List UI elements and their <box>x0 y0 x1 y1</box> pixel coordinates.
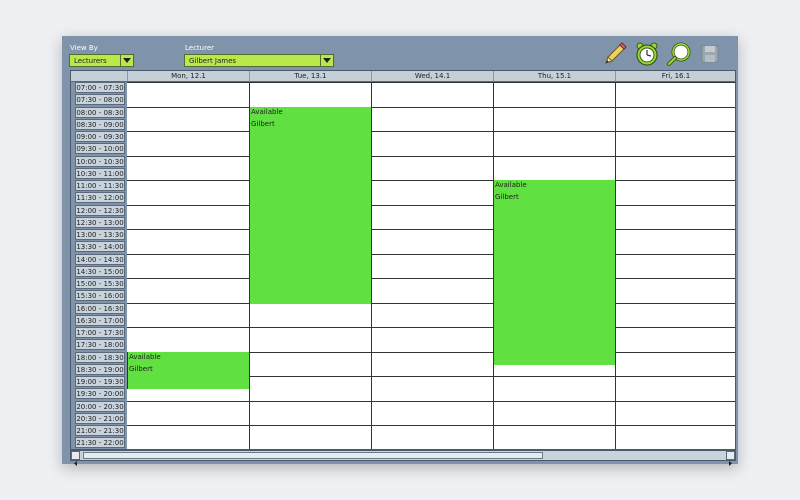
hour-gridline <box>127 82 735 83</box>
magnifier-icon <box>667 42 691 66</box>
event-title: Available <box>495 181 527 189</box>
day-header: Thu, 15.1 <box>494 71 616 82</box>
horizontal-scrollbar[interactable] <box>70 450 736 466</box>
alarm-button[interactable] <box>634 41 660 67</box>
pencil-icon <box>605 42 627 64</box>
event-person: Gilbert <box>129 364 153 373</box>
hour-gridline <box>127 155 735 157</box>
lecturer-dropdown[interactable]: Gilbert James <box>184 54 334 67</box>
scroll-left-button[interactable] <box>71 451 80 466</box>
hour-gridline <box>127 180 735 181</box>
time-slot-label: 07:00 - 07:30 <box>75 82 125 93</box>
time-slot-label: 09:00 - 09:30 <box>75 131 125 142</box>
event-person: Gilbert <box>495 193 519 201</box>
event-title: Available <box>129 352 161 361</box>
time-slot-label: 07:30 - 08:00 <box>75 94 125 106</box>
time-slot-label: 16:30 - 17:00 <box>75 314 125 326</box>
time-slot-label: 20:00 - 20:30 <box>75 400 125 412</box>
corner-header <box>71 71 128 82</box>
schedule-grid[interactable]: Mon, 12.1 Tue, 13.1 Wed, 14.1 Thu, 15.1 Fri,… <box>70 70 736 450</box>
edit-button[interactable] <box>602 41 628 67</box>
time-slot-label: 08:00 - 08:30 <box>75 106 125 118</box>
save-button[interactable] <box>700 44 720 64</box>
arrow-right-icon <box>729 461 732 466</box>
time-slot-label: 16:00 - 16:30 <box>75 302 125 314</box>
hour-gridline <box>127 278 735 279</box>
lecturer-value: Gilbert James <box>189 57 237 65</box>
hour-gridline <box>127 131 735 132</box>
view-by-label: View By <box>70 44 98 52</box>
hour-gridline <box>127 229 735 230</box>
time-slot-label: 21:30 - 22:00 <box>75 437 125 449</box>
time-slot-label: 19:00 - 19:30 <box>75 376 125 387</box>
event-person: Gilbert <box>251 119 275 128</box>
time-slot-label: 15:00 - 15:30 <box>75 278 125 289</box>
time-slot-label: 14:00 - 14:30 <box>75 253 125 265</box>
save-disk-icon <box>701 45 719 63</box>
scheduler-window: View By Lecturers Lecturer Gilbert James <box>62 36 738 466</box>
arrow-left-icon <box>74 461 77 466</box>
time-slot-label: 13:00 - 13:30 <box>75 229 125 240</box>
time-slot-label: 10:30 - 11:00 <box>75 167 125 179</box>
chevron-down-icon[interactable] <box>120 55 133 66</box>
availability-event[interactable]: Available Gilbert <box>249 106 372 304</box>
scrollbar-thumb[interactable] <box>83 452 543 459</box>
time-slot-label: 10:00 - 10:30 <box>75 155 125 167</box>
search-button[interactable] <box>666 41 692 67</box>
alarm-clock-icon <box>636 42 658 66</box>
chevron-down-icon[interactable] <box>320 55 333 66</box>
hour-gridline <box>127 204 735 206</box>
hour-gridline <box>127 327 735 328</box>
event-title: Available <box>251 107 283 116</box>
time-slot-label: 08:30 - 09:00 <box>75 118 125 130</box>
time-slot-label: 12:00 - 12:30 <box>75 204 125 216</box>
time-slot-label: 20:30 - 21:00 <box>75 412 125 424</box>
hour-gridline <box>127 425 735 426</box>
time-slot-label: 18:00 - 18:30 <box>75 351 125 363</box>
time-slot-label: 09:30 - 10:00 <box>75 143 125 155</box>
time-slot-label: 21:00 - 21:30 <box>75 425 125 436</box>
availability-event[interactable]: Available Gilbert <box>493 180 616 365</box>
time-slot-label: 15:30 - 16:00 <box>75 290 125 302</box>
time-slot-label: 12:30 - 13:00 <box>75 216 125 228</box>
hour-gridline <box>127 302 735 304</box>
day-header: Wed, 14.1 <box>372 71 494 82</box>
hour-gridline <box>127 400 735 402</box>
time-slot-label: 18:30 - 19:00 <box>75 363 125 375</box>
day-header: Tue, 13.1 <box>250 71 372 82</box>
time-slot-label: 14:30 - 15:00 <box>75 265 125 277</box>
time-slot-label: 11:00 - 11:30 <box>75 180 125 191</box>
lecturer-label: Lecturer <box>185 44 215 52</box>
time-slot-label: 11:30 - 12:00 <box>75 192 125 204</box>
time-slot-label: 13:30 - 14:00 <box>75 241 125 253</box>
availability-event[interactable]: Available Gilbert <box>127 351 250 390</box>
day-header: Mon, 12.1 <box>128 71 250 82</box>
time-slot-label: 19:30 - 20:00 <box>75 388 125 400</box>
view-by-dropdown[interactable]: Lecturers <box>69 54 134 67</box>
day-header: Fri, 16.1 <box>616 71 735 82</box>
scroll-right-button[interactable] <box>726 451 735 466</box>
view-by-value: Lecturers <box>74 57 107 65</box>
time-slot-label: 17:00 - 17:30 <box>75 327 125 338</box>
hour-gridline <box>127 106 735 108</box>
hour-gridline <box>127 253 735 255</box>
time-slot-label: 17:30 - 18:00 <box>75 339 125 351</box>
